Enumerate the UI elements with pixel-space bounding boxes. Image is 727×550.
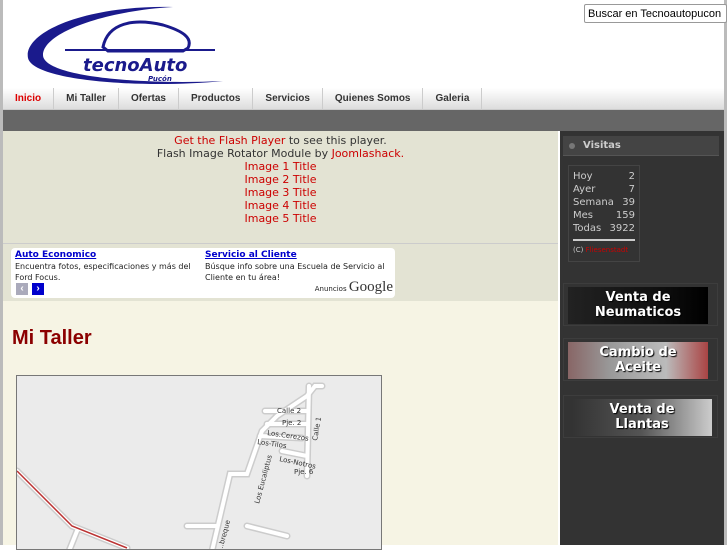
- nav-inicio[interactable]: Inicio: [3, 88, 55, 109]
- image-title-link[interactable]: Image 1 Title: [244, 160, 316, 173]
- divider: [573, 239, 635, 241]
- visit-counter: Hoy 2 Ayer 7 Semana 39 Mes 159 Todas 3922 (C)…: [568, 165, 640, 262]
- banner-llantas[interactable]: Venta de Llantas: [563, 395, 718, 438]
- image-title-link[interactable]: Image 4 Title: [244, 199, 316, 212]
- visitas-header: Visitas: [563, 136, 719, 156]
- next-arrow-icon[interactable]: ›: [32, 283, 44, 295]
- counter-credit: (C) Fliesenstadt: [573, 246, 629, 254]
- banner-image[interactable]: Venta de Llantas: [572, 399, 712, 436]
- image-title-link[interactable]: Image 3 Title: [244, 186, 316, 199]
- counter-row: Semana 39: [573, 197, 635, 208]
- ad-title[interactable]: Auto Economico: [15, 250, 205, 260]
- search-input[interactable]: [584, 4, 727, 23]
- sub-bar: [3, 110, 724, 131]
- map-label: Calle 1: [311, 416, 323, 441]
- logo[interactable]: tecnoAuto Pucón: [23, 3, 228, 91]
- ads-by-google[interactable]: Anuncios Google: [315, 279, 393, 296]
- image-title-link[interactable]: Image 2 Title: [244, 173, 316, 186]
- nav-mi-taller[interactable]: Mi Taller: [54, 88, 119, 109]
- credit-link[interactable]: Fliesenstadt: [586, 246, 628, 254]
- nav-ofertas[interactable]: Ofertas: [119, 88, 179, 109]
- counter-row: Ayer 7: [573, 184, 635, 195]
- main-nav: Inicio Mi Taller Ofertas Productos Servi…: [3, 88, 724, 110]
- ad-title[interactable]: Servicio al Cliente: [205, 250, 395, 260]
- prev-arrow-icon[interactable]: ‹: [16, 283, 28, 295]
- ad-item[interactable]: Auto Economico Encuentra fotos, especific…: [15, 250, 205, 283]
- nav-galeria[interactable]: Galeria: [423, 88, 483, 109]
- svg-text:tecnoAuto: tecnoAuto: [83, 55, 187, 76]
- map[interactable]: Calle 2 Pje. 2 Los.Cerezos Los-Tilos Cal…: [16, 375, 382, 550]
- main-content: Get the Flash Player to see this player.…: [3, 131, 558, 550]
- banner-image[interactable]: Cambio de Aceite: [568, 342, 708, 379]
- image-title-link[interactable]: Image 5 Title: [244, 212, 316, 225]
- nav-quienes-somos[interactable]: Quienes Somos: [323, 88, 424, 109]
- map-label: Pje. 2: [282, 419, 301, 427]
- nav-productos[interactable]: Productos: [179, 88, 254, 109]
- get-flash-link[interactable]: Get the Flash Player: [174, 134, 285, 147]
- counter-row: Hoy 2: [573, 171, 635, 182]
- bullet-icon: [569, 143, 575, 149]
- counter-row: Todas 3922: [573, 223, 635, 234]
- banner-neumaticos[interactable]: Venta de Neumaticos: [563, 283, 718, 326]
- ad-text: Encuentra fotos, especificaciones y más …: [15, 262, 191, 282]
- banner-image[interactable]: Venta de Neumaticos: [568, 287, 708, 324]
- nav-servicios[interactable]: Servicios: [253, 88, 323, 109]
- banner-aceite[interactable]: Cambio de Aceite: [563, 338, 718, 381]
- sidebar: Visitas Hoy 2 Ayer 7 Semana 39 Mes 159 Todas…: [560, 131, 724, 545]
- module-credit: Flash Image Rotator Module by: [156, 147, 332, 160]
- map-label: Pje. 6: [294, 468, 314, 476]
- map-label: Los Eucaliptus: [253, 454, 274, 505]
- flash-rotator: Get the Flash Player to see this player.…: [3, 131, 558, 243]
- ad-row: Auto Economico Encuentra fotos, especific…: [3, 243, 558, 301]
- joomlashack-link[interactable]: Joomlashack.: [332, 147, 405, 160]
- google-ads: Auto Economico Encuentra fotos, especific…: [11, 248, 395, 298]
- counter-row: Mes 159: [573, 210, 635, 221]
- map-label: Calle 2: [277, 407, 301, 415]
- page-title: Mi Taller: [12, 327, 92, 349]
- svg-text:Pucón: Pucón: [148, 75, 172, 83]
- flash-text: to see this player.: [285, 134, 387, 147]
